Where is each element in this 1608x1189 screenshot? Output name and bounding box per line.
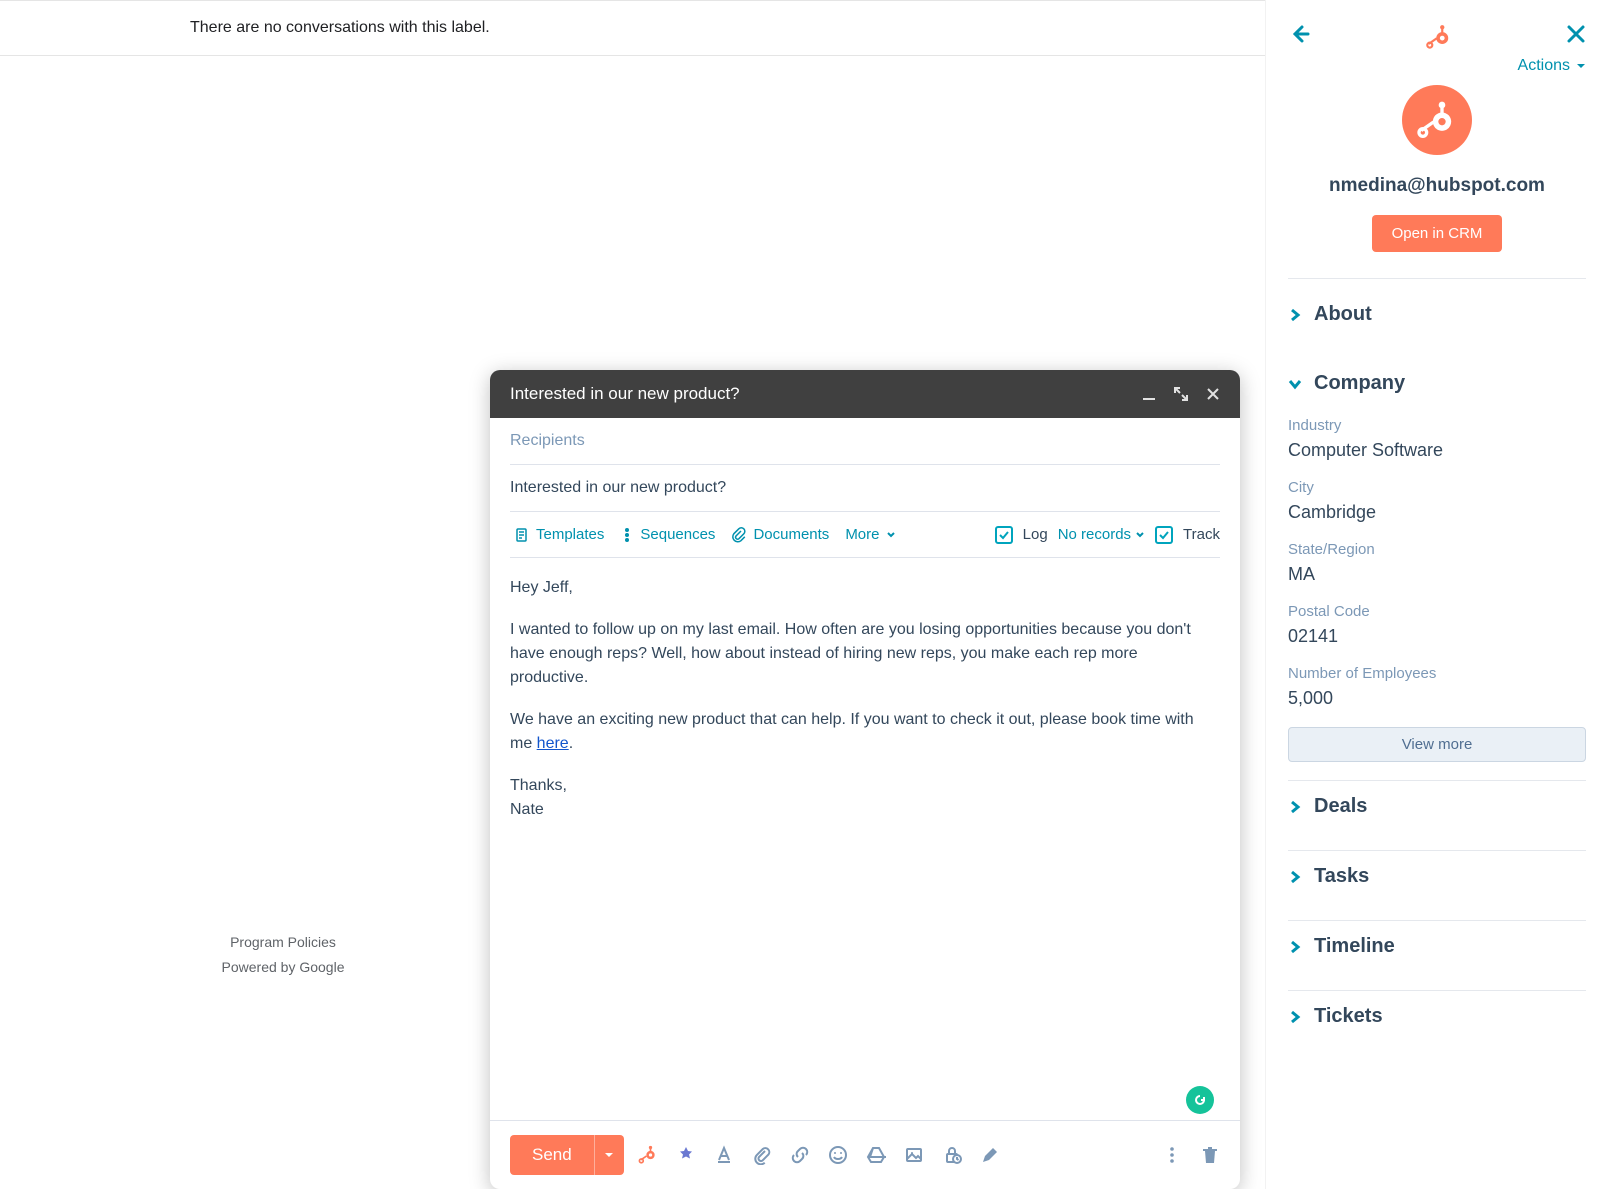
city-label: City bbox=[1288, 479, 1586, 496]
close-sidebar-icon[interactable] bbox=[1566, 24, 1586, 49]
templates-button[interactable]: Templates bbox=[510, 524, 608, 545]
compose-title: Interested in our new product? bbox=[510, 384, 740, 404]
discard-draft-icon[interactable] bbox=[1200, 1145, 1220, 1165]
sequences-button[interactable]: Sequences bbox=[616, 524, 719, 545]
subject-text: Interested in our new product? bbox=[510, 479, 726, 496]
log-records-dropdown[interactable]: No records bbox=[1058, 526, 1145, 543]
thanks-line: Thanks, bbox=[510, 774, 1220, 798]
chevron-down-icon bbox=[1135, 530, 1145, 540]
fullscreen-icon[interactable] bbox=[1174, 387, 1188, 401]
deals-section-header[interactable]: Deals bbox=[1288, 781, 1586, 832]
more-options-icon[interactable] bbox=[1162, 1145, 1182, 1165]
text-format-icon[interactable] bbox=[714, 1145, 734, 1165]
close-icon[interactable] bbox=[1206, 387, 1220, 401]
view-more-button[interactable]: View more bbox=[1288, 727, 1586, 762]
log-checkbox[interactable] bbox=[995, 526, 1013, 544]
inbox-empty-banner: There are no conversations with this lab… bbox=[0, 0, 1265, 56]
drive-icon[interactable] bbox=[866, 1145, 886, 1165]
compose-window: Interested in our new product? Recipient… bbox=[490, 370, 1240, 1189]
open-in-crm-button[interactable]: Open in CRM bbox=[1372, 215, 1503, 252]
chevron-right-icon bbox=[1288, 1010, 1302, 1024]
templates-icon bbox=[514, 527, 530, 543]
tasks-section-header[interactable]: Tasks bbox=[1288, 851, 1586, 902]
confidential-icon[interactable] bbox=[942, 1145, 962, 1165]
greeting: Hey Jeff, bbox=[510, 576, 1220, 600]
hubspot-sprocket-icon[interactable] bbox=[638, 1145, 658, 1165]
recipients-field[interactable]: Recipients bbox=[510, 418, 1220, 465]
compose-header[interactable]: Interested in our new product? bbox=[490, 370, 1240, 418]
chevron-right-icon bbox=[1288, 870, 1302, 884]
program-policies-link[interactable]: Program Policies bbox=[222, 930, 345, 955]
caret-down-icon bbox=[604, 1150, 614, 1160]
industry-value: Computer Software bbox=[1288, 440, 1586, 461]
paragraph-1: I wanted to follow up on my last email. … bbox=[510, 618, 1220, 690]
message-body[interactable]: Hey Jeff, I wanted to follow up on my la… bbox=[510, 558, 1220, 1120]
timeline-section-header[interactable]: Timeline bbox=[1288, 921, 1586, 972]
contact-email: nmedina@hubspot.com bbox=[1288, 175, 1586, 197]
back-arrow-icon[interactable] bbox=[1288, 22, 1312, 51]
hubspot-logo-icon bbox=[1312, 24, 1566, 50]
compose-footer: Send bbox=[490, 1120, 1240, 1189]
attach-file-icon[interactable] bbox=[752, 1145, 772, 1165]
subject-field[interactable]: Interested in our new product? bbox=[510, 465, 1220, 512]
postal-label: Postal Code bbox=[1288, 603, 1586, 620]
sequences-icon bbox=[620, 527, 634, 543]
industry-label: Industry bbox=[1288, 417, 1586, 434]
tickets-section-header[interactable]: Tickets bbox=[1288, 991, 1586, 1042]
grammarly-icon[interactable] bbox=[1186, 1086, 1214, 1114]
chevron-down-icon bbox=[886, 530, 896, 540]
emoji-icon[interactable] bbox=[828, 1145, 848, 1165]
log-label: Log bbox=[1023, 526, 1048, 543]
powered-by-google: Powered by Google bbox=[222, 955, 345, 980]
documents-button[interactable]: Documents bbox=[727, 524, 833, 545]
inbox-empty-text: There are no conversations with this lab… bbox=[190, 19, 490, 37]
employees-value: 5,000 bbox=[1288, 688, 1586, 709]
insert-link-icon[interactable] bbox=[790, 1145, 810, 1165]
meeting-icon[interactable] bbox=[676, 1145, 696, 1165]
signature-pen-icon[interactable] bbox=[980, 1145, 1000, 1165]
minimize-icon[interactable] bbox=[1142, 387, 1156, 401]
company-section-header[interactable]: Company bbox=[1288, 368, 1586, 399]
track-label: Track bbox=[1183, 526, 1220, 543]
contact-avatar bbox=[1402, 85, 1472, 155]
insert-image-icon[interactable] bbox=[904, 1145, 924, 1165]
actions-dropdown[interactable]: Actions bbox=[1518, 57, 1586, 75]
hubspot-toolbar: Templates Sequences Documents More Log bbox=[510, 512, 1220, 558]
chevron-right-icon bbox=[1288, 800, 1302, 814]
book-time-link[interactable]: here bbox=[537, 735, 569, 752]
more-button[interactable]: More bbox=[841, 524, 899, 545]
postal-value: 02141 bbox=[1288, 626, 1586, 647]
state-value: MA bbox=[1288, 564, 1586, 585]
chevron-down-icon bbox=[1576, 61, 1586, 71]
city-value: Cambridge bbox=[1288, 502, 1586, 523]
recipients-placeholder: Recipients bbox=[510, 432, 585, 449]
hubspot-sidebar: Actions nmedina@hubspot.com Open in CRM … bbox=[1265, 0, 1608, 1189]
employees-label: Number of Employees bbox=[1288, 665, 1586, 682]
gmail-footer: Program Policies Powered by Google bbox=[222, 930, 345, 980]
send-button[interactable]: Send bbox=[510, 1135, 624, 1175]
state-label: State/Region bbox=[1288, 541, 1586, 558]
paragraph-2: We have an exciting new product that can… bbox=[510, 708, 1220, 756]
signature: Nate bbox=[510, 798, 1220, 822]
track-checkbox[interactable] bbox=[1155, 526, 1173, 544]
attachment-icon bbox=[731, 527, 747, 543]
chevron-right-icon bbox=[1288, 940, 1302, 954]
chevron-down-icon bbox=[1288, 377, 1302, 391]
chevron-right-icon bbox=[1288, 308, 1302, 322]
about-section-header[interactable]: About bbox=[1288, 299, 1586, 330]
send-options-caret[interactable] bbox=[594, 1135, 624, 1175]
